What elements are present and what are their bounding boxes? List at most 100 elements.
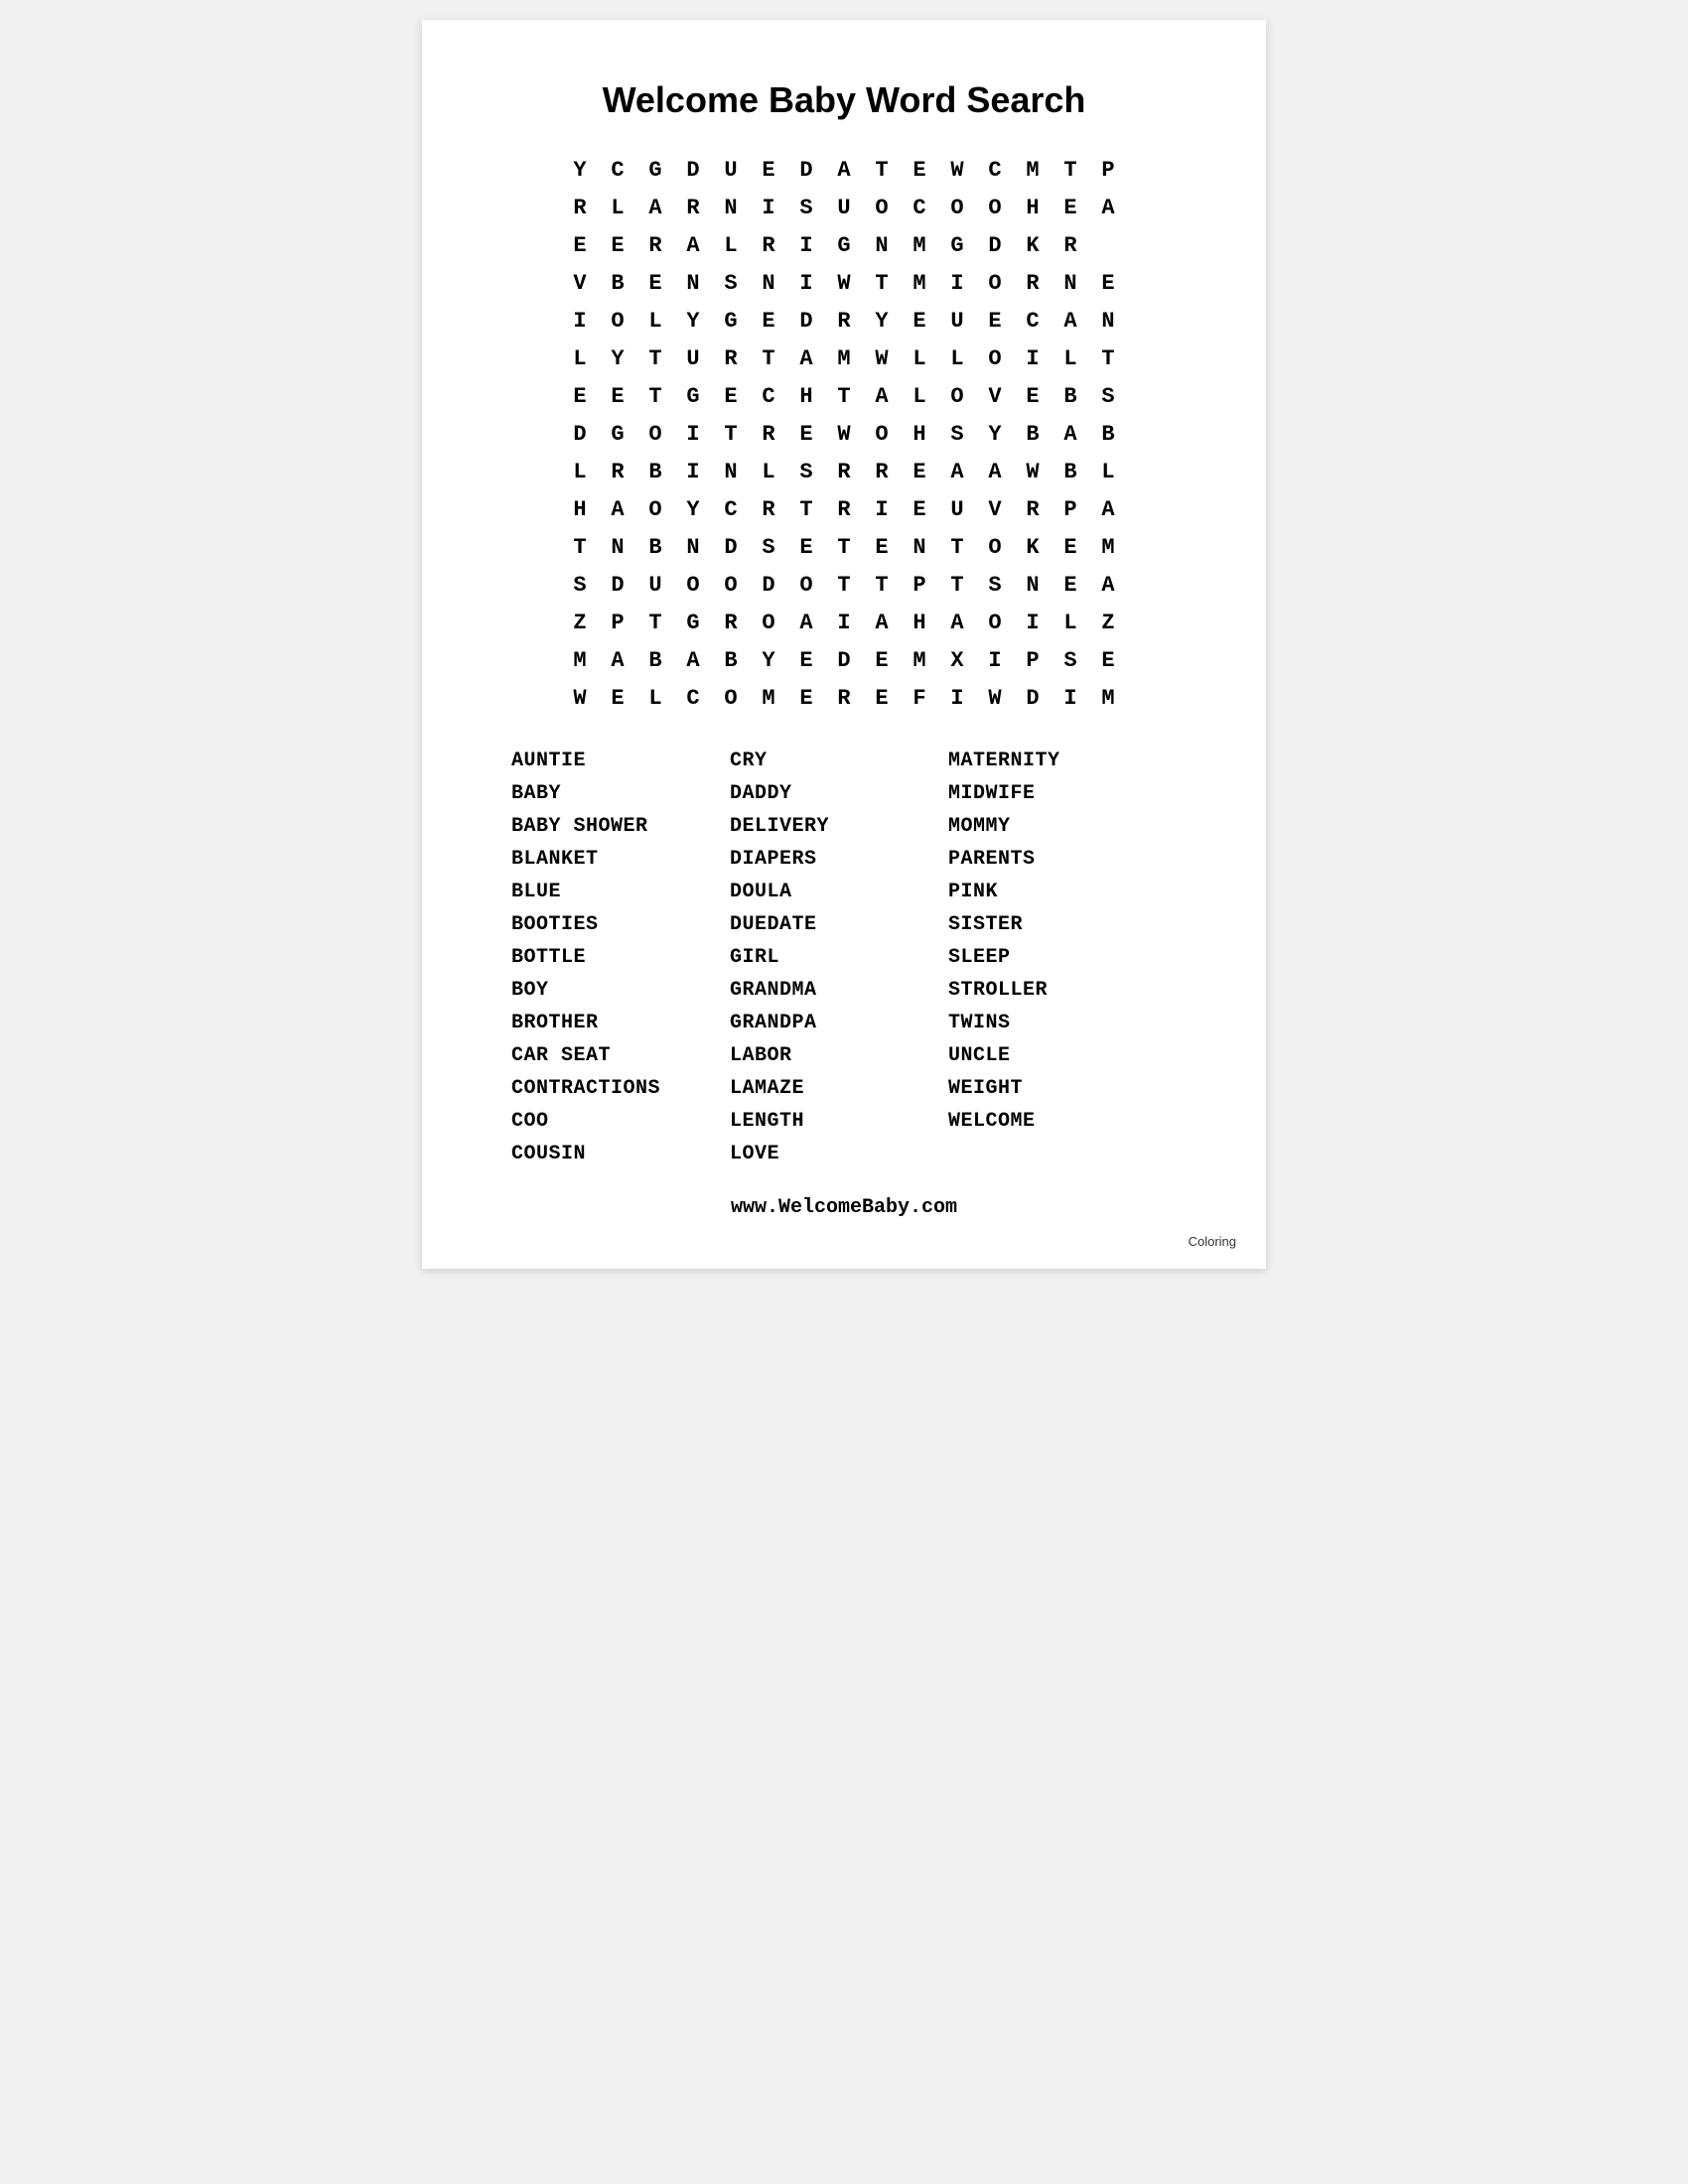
grid-cell: R (561, 189, 599, 226)
grid-cell: D (599, 566, 636, 604)
grid-cell: O (938, 377, 976, 415)
grid-cell: O (674, 566, 712, 604)
grid-cell: H (561, 490, 599, 528)
word-item: CONTRACTIONS (511, 1074, 730, 1103)
grid-cell: B (1052, 453, 1089, 490)
grid-cell: D (1014, 679, 1052, 717)
grid-cell: E (599, 679, 636, 717)
grid-cell: Y (674, 490, 712, 528)
grid-cell: Y (599, 340, 636, 377)
grid-cell: V (976, 377, 1014, 415)
grid-cell: N (712, 453, 750, 490)
grid-cell: O (863, 189, 901, 226)
grid-cell: O (976, 604, 1014, 641)
grid-cell: A (976, 453, 1014, 490)
grid-cell: I (787, 264, 825, 302)
grid-cell: E (1052, 189, 1089, 226)
grid-cell: B (1014, 415, 1052, 453)
grid-cell: T (712, 415, 750, 453)
grid-cell: M (1014, 151, 1052, 189)
grid-cell: C (976, 151, 1014, 189)
grid-cell: E (712, 377, 750, 415)
grid-cell: S (561, 566, 599, 604)
grid-cell: E (863, 679, 901, 717)
footer-url: www.WelcomeBaby.com (501, 1196, 1187, 1219)
grid-cell: O (636, 415, 674, 453)
grid-cell: O (976, 189, 1014, 226)
grid-cell: T (636, 377, 674, 415)
word-item: SLEEP (948, 943, 1167, 972)
grid-cell: W (825, 264, 863, 302)
grid-cell: L (1052, 604, 1089, 641)
grid-cell: Z (1089, 604, 1127, 641)
word-list: AUNTIECRYMATERNITYBABYDADDYMIDWIFEBABY S… (501, 747, 1187, 1168)
grid-cell: B (636, 453, 674, 490)
grid-cell: E (1052, 566, 1089, 604)
grid-cell: A (674, 641, 712, 679)
grid-cell: B (636, 528, 674, 566)
grid-cell: A (1089, 566, 1127, 604)
grid-cell: R (825, 679, 863, 717)
word-item: COUSIN (511, 1140, 730, 1168)
grid-cell: G (938, 226, 976, 264)
grid-cell: L (1089, 453, 1127, 490)
word-item: BABY (511, 779, 730, 808)
grid-cell: A (938, 453, 976, 490)
word-item: BLANKET (511, 845, 730, 874)
word-item: UNCLE (948, 1041, 1167, 1070)
grid-cell: P (599, 604, 636, 641)
word-item: MOMMY (948, 812, 1167, 841)
grid-cell: H (901, 604, 938, 641)
grid-cell: E (1089, 264, 1127, 302)
grid-cell: E (863, 528, 901, 566)
grid-cell: R (750, 490, 787, 528)
grid-cell: E (750, 151, 787, 189)
grid-cell: R (712, 604, 750, 641)
grid-cell: R (863, 453, 901, 490)
grid-cell: Y (863, 302, 901, 340)
grid-cell: G (674, 377, 712, 415)
grid-cell: T (863, 151, 901, 189)
grid-cell: P (1014, 641, 1052, 679)
grid-cell: O (712, 566, 750, 604)
grid-cell: W (1014, 453, 1052, 490)
page-title: Welcome Baby Word Search (501, 79, 1187, 121)
grid-cell: S (787, 453, 825, 490)
grid-cell: L (901, 340, 938, 377)
page: Welcome Baby Word Search YCGDUEDATEWCMTP… (422, 20, 1266, 1269)
grid-cell: C (901, 189, 938, 226)
grid-cell: L (901, 377, 938, 415)
grid-cell: L (561, 453, 599, 490)
grid-cell: V (561, 264, 599, 302)
word-item: WELCOME (948, 1107, 1167, 1136)
grid-cell: X (938, 641, 976, 679)
word-item: DUEDATE (730, 910, 948, 939)
grid-cell: I (750, 189, 787, 226)
grid-cell: R (1014, 490, 1052, 528)
grid-cell: I (787, 226, 825, 264)
word-item: LENGTH (730, 1107, 948, 1136)
grid-cell: R (825, 490, 863, 528)
grid-cell: E (561, 377, 599, 415)
grid-cell: L (636, 679, 674, 717)
grid-cell: E (787, 641, 825, 679)
word-item: BOTTLE (511, 943, 730, 972)
grid-cell: U (674, 340, 712, 377)
grid-cell: D (674, 151, 712, 189)
grid-cell: N (1052, 264, 1089, 302)
grid-cell: A (863, 604, 901, 641)
grid-cell: L (712, 226, 750, 264)
word-item: BABY SHOWER (511, 812, 730, 841)
grid-cell: E (787, 679, 825, 717)
grid-cell: S (938, 415, 976, 453)
grid-cell: D (787, 302, 825, 340)
grid-cell: K (1014, 226, 1052, 264)
grid-cell: G (674, 604, 712, 641)
grid-cell: A (599, 641, 636, 679)
word-item: TWINS (948, 1009, 1167, 1037)
grid-cell: A (825, 151, 863, 189)
grid-cell: C (674, 679, 712, 717)
grid-cell: O (750, 604, 787, 641)
grid-cell: M (1089, 679, 1127, 717)
grid-cell: A (1052, 415, 1089, 453)
